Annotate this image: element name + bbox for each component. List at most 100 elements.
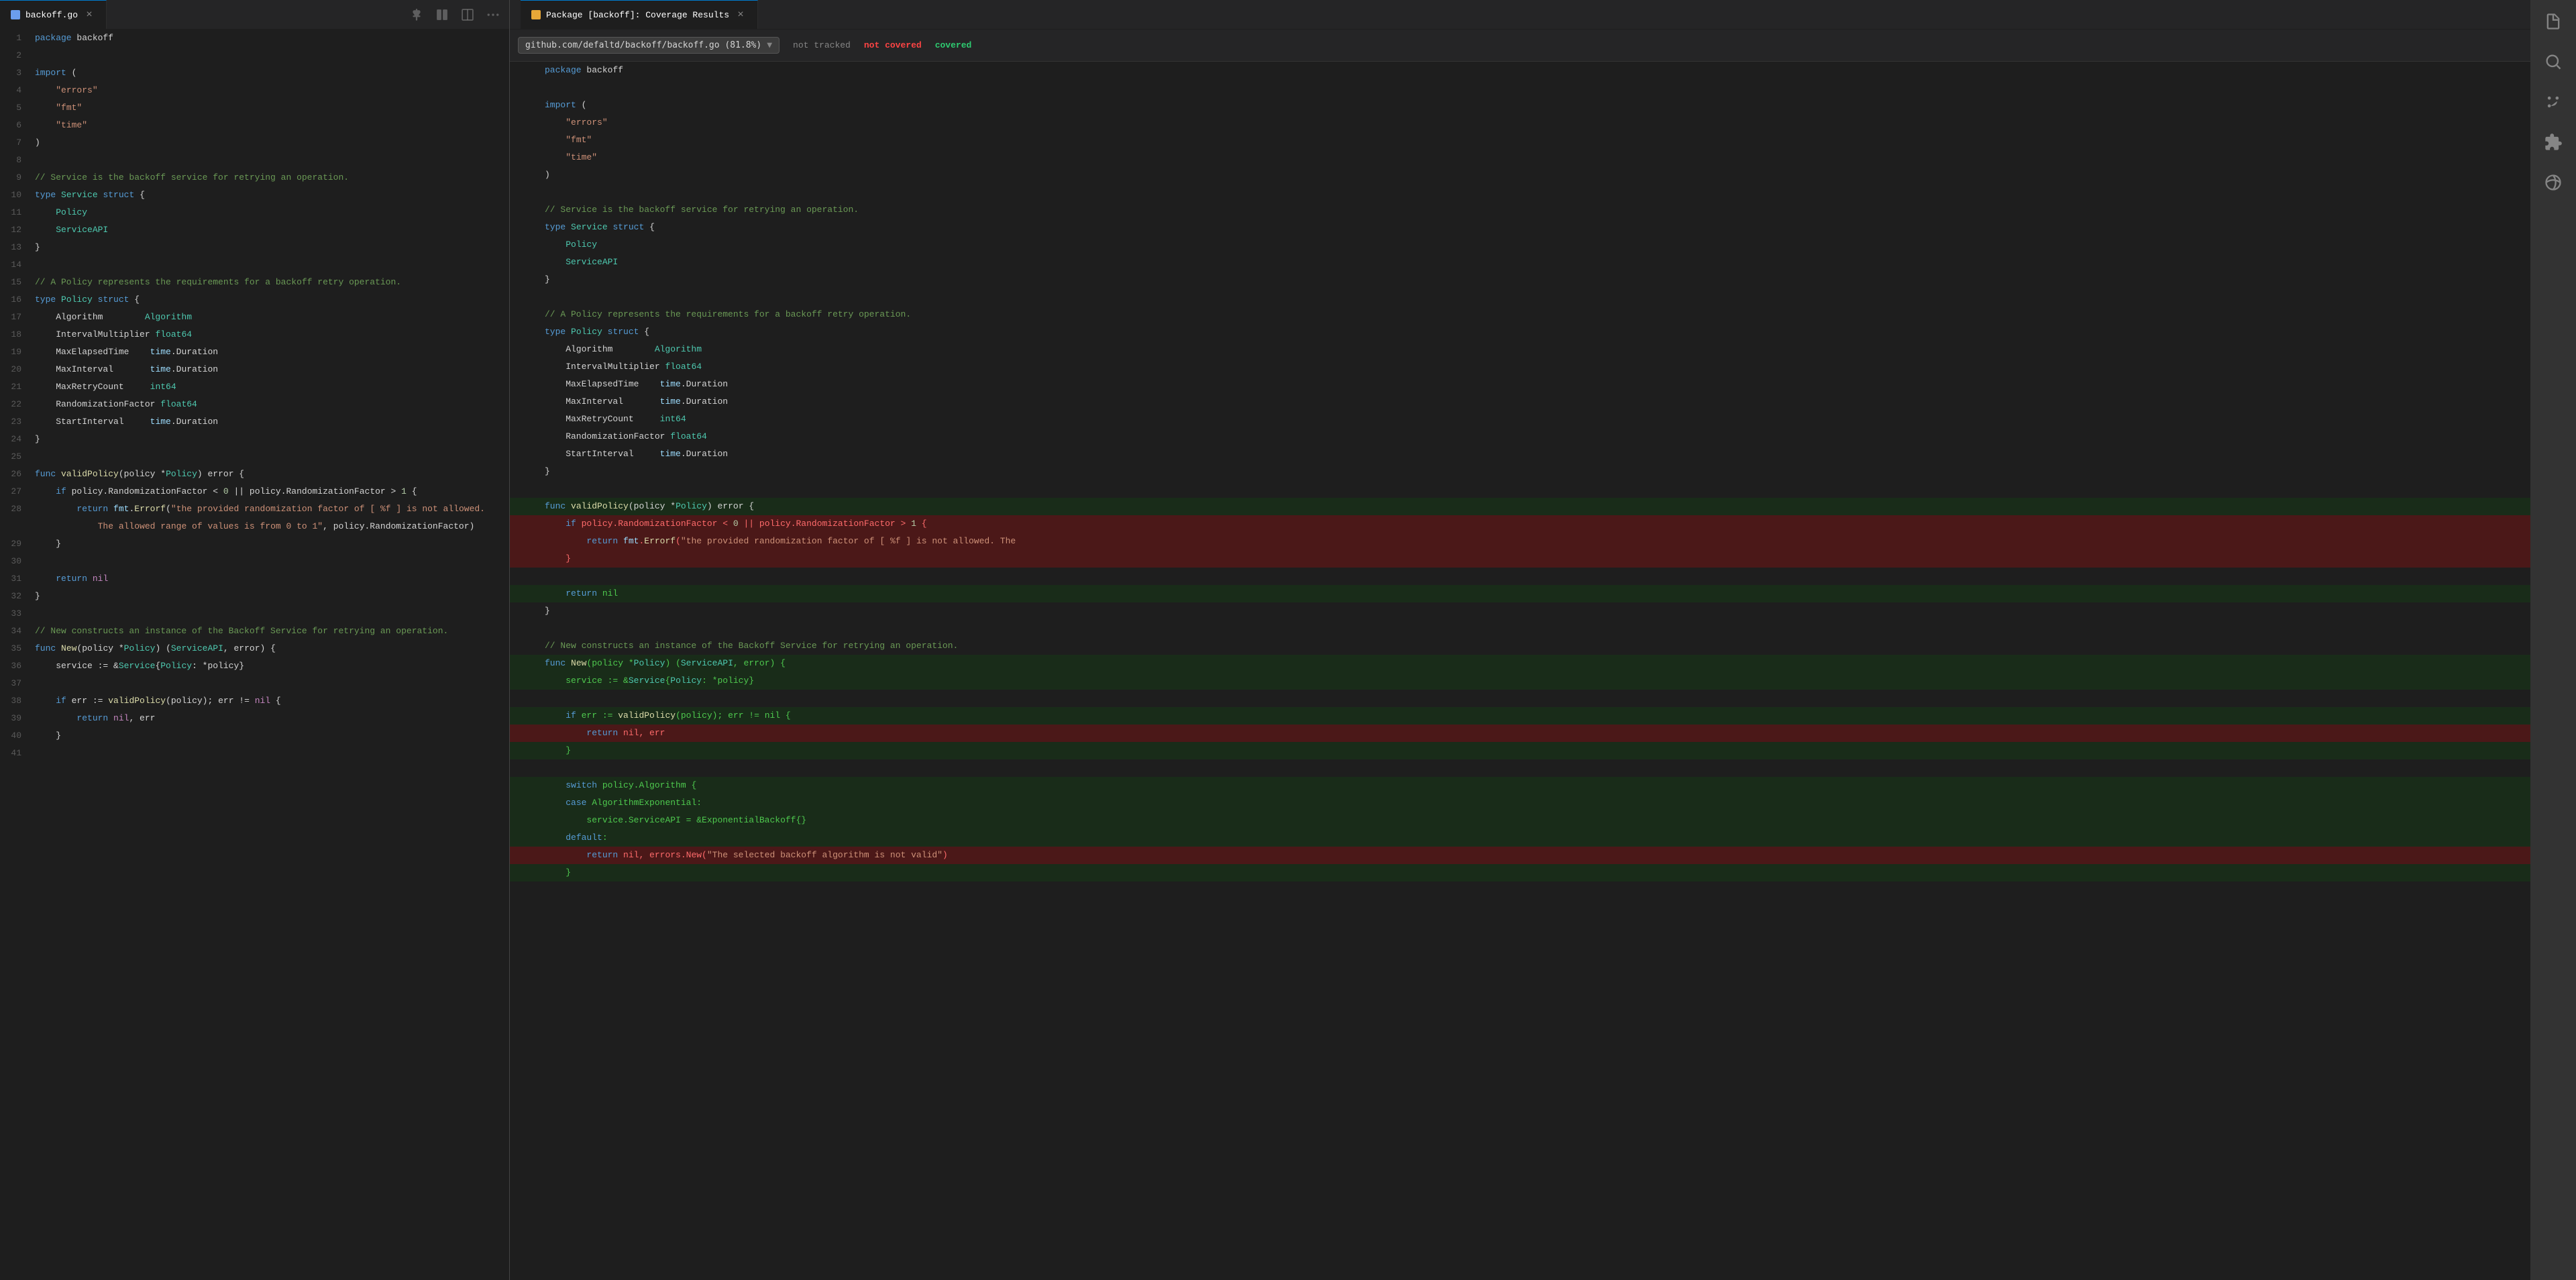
- coverage-code-line: case AlgorithmExponential:: [510, 794, 2576, 812]
- code-line: 23 StartInterval time.Duration: [0, 413, 509, 431]
- coverage-code-line: Algorithm Algorithm: [510, 341, 2576, 358]
- coverage-code-line: if policy.RandomizationFactor < 0 || pol…: [510, 515, 2576, 533]
- coverage-code-line: [510, 79, 2576, 97]
- coverage-code-line: MaxInterval time.Duration: [510, 393, 2576, 411]
- search-activity-icon[interactable]: [2537, 46, 2569, 78]
- code-line: 33: [0, 605, 509, 623]
- coverage-code-line: }: [510, 463, 2576, 480]
- coverage-code-line: package backoff: [510, 62, 2576, 79]
- legend-not-tracked: not tracked: [793, 40, 851, 50]
- code-line: 29 }: [0, 535, 509, 553]
- source-control-activity-icon[interactable]: [2537, 86, 2569, 118]
- code-line: 35 func New(policy *Policy) (ServiceAPI,…: [0, 640, 509, 657]
- coverage-code-line: MaxElapsedTime time.Duration: [510, 376, 2576, 393]
- coverage-results-tab[interactable]: Package [backoff]: Coverage Results ×: [521, 0, 758, 29]
- backoff-go-tab[interactable]: backoff.go ×: [0, 0, 107, 29]
- not-tracked-label: not tracked: [793, 40, 851, 50]
- code-line: 20 MaxInterval time.Duration: [0, 361, 509, 378]
- code-line: 17 Algorithm Algorithm: [0, 309, 509, 326]
- left-tab-bar: backoff.go ×: [0, 0, 509, 30]
- coverage-code-line: IntervalMultiplier float64: [510, 358, 2576, 376]
- code-line: 4 "errors": [0, 82, 509, 99]
- coverage-code-line: }: [510, 864, 2576, 882]
- extensions-activity-icon[interactable]: [2537, 126, 2569, 158]
- coverage-code-line: func New(policy *Policy) (ServiceAPI, er…: [510, 655, 2576, 672]
- code-line: 6 "time": [0, 117, 509, 134]
- code-line: 2: [0, 47, 509, 64]
- code-line: 19 MaxElapsedTime time.Duration: [0, 343, 509, 361]
- code-line: 24 }: [0, 431, 509, 448]
- tab-close-button[interactable]: ×: [83, 9, 95, 21]
- coverage-code-line: [510, 620, 2576, 637]
- coverage-code-line: [510, 759, 2576, 777]
- code-line: 18 IntervalMultiplier float64: [0, 326, 509, 343]
- code-line: 3 import (: [0, 64, 509, 82]
- code-line: 26 func validPolicy(policy *Policy) erro…: [0, 466, 509, 483]
- legend-covered: covered: [935, 40, 972, 50]
- more-actions-button[interactable]: [482, 4, 504, 25]
- left-code-editor[interactable]: 1 package backoff 2 3 import ( 4 "errors…: [0, 30, 509, 1280]
- coverage-code-line: [510, 184, 2576, 201]
- coverage-code-line: ServiceAPI: [510, 254, 2576, 271]
- covered-label: covered: [935, 40, 972, 50]
- coverage-code-line: type Policy struct {: [510, 323, 2576, 341]
- coverage-code-line: MaxRetryCount int64: [510, 411, 2576, 428]
- remote-activity-icon[interactable]: [2537, 166, 2569, 199]
- code-line: 28 return fmt.Errorf("the provided rando…: [0, 500, 509, 518]
- left-editor: backoff.go ×: [0, 0, 510, 1280]
- coverage-code-line: return nil, err: [510, 725, 2576, 742]
- activity-bar: [2530, 0, 2576, 1280]
- coverage-code-line: service := &Service{Policy: *policy}: [510, 672, 2576, 690]
- dropdown-caret-icon: ▼: [767, 40, 772, 50]
- split-editor-button[interactable]: [431, 4, 453, 25]
- code-line: 38 if err := validPolicy(policy); err !=…: [0, 692, 509, 710]
- code-line: 22 RandomizationFactor float64: [0, 396, 509, 413]
- coverage-code-line: StartInterval time.Duration: [510, 445, 2576, 463]
- pin-button[interactable]: [406, 4, 427, 25]
- coverage-code-line: // Service is the backoff service for re…: [510, 201, 2576, 219]
- code-line: 7 ): [0, 134, 509, 152]
- coverage-code-view[interactable]: package backoff import ( "errors" ": [510, 62, 2576, 1280]
- coverage-code-line: return nil, errors.New("The selected bac…: [510, 847, 2576, 864]
- coverage-tab-close[interactable]: ×: [735, 9, 747, 21]
- code-line: 13 }: [0, 239, 509, 256]
- coverage-code-line: }: [510, 742, 2576, 759]
- file-selector-dropdown[interactable]: github.com/defaltd/backoff/backoff.go (8…: [518, 37, 780, 54]
- coverage-code-line: }: [510, 271, 2576, 288]
- coverage-code-line: RandomizationFactor float64: [510, 428, 2576, 445]
- coverage-code-line: return fmt.Errorf("the provided randomiz…: [510, 533, 2576, 550]
- coverage-code-line: [510, 690, 2576, 707]
- coverage-code-line: [510, 480, 2576, 498]
- file-selector-text: github.com/defaltd/backoff/backoff.go (8…: [525, 40, 761, 50]
- code-line: 21 MaxRetryCount int64: [0, 378, 509, 396]
- coverage-code-line: ): [510, 166, 2576, 184]
- layout-button[interactable]: [457, 4, 478, 25]
- coverage-toolbar: github.com/defaltd/backoff/backoff.go (8…: [510, 30, 2576, 62]
- coverage-code-line: switch policy.Algorithm {: [510, 777, 2576, 794]
- code-line: 16 type Policy struct {: [0, 291, 509, 309]
- code-line: 12 ServiceAPI: [0, 221, 509, 239]
- coverage-code-line: "fmt": [510, 131, 2576, 149]
- go-file-icon: [11, 10, 20, 19]
- coverage-code-line: [510, 288, 2576, 306]
- code-line: 25: [0, 448, 509, 466]
- coverage-code-line: func validPolicy(policy *Policy) error {: [510, 498, 2576, 515]
- coverage-code-line: "errors": [510, 114, 2576, 131]
- coverage-code-line: return nil: [510, 585, 2576, 602]
- coverage-code-line: [510, 568, 2576, 585]
- code-line: The allowed range of values is from 0 to…: [0, 518, 509, 535]
- files-activity-icon[interactable]: [2537, 5, 2569, 38]
- code-line: 27 if policy.RandomizationFactor < 0 || …: [0, 483, 509, 500]
- code-line: 40 }: [0, 727, 509, 745]
- code-line: 9 // Service is the backoff service for …: [0, 169, 509, 186]
- coverage-code-line: }: [510, 550, 2576, 568]
- coverage-code-line: }: [510, 602, 2576, 620]
- coverage-code-line: // New constructs an instance of the Bac…: [510, 637, 2576, 655]
- coverage-code-line: Policy: [510, 236, 2576, 254]
- coverage-code-line: // A Policy represents the requirements …: [510, 306, 2576, 323]
- code-line: 1 package backoff: [0, 30, 509, 47]
- code-line: 39 return nil, err: [0, 710, 509, 727]
- code-line: 36 service := &Service{Policy: *policy}: [0, 657, 509, 675]
- coverage-panel: Package [backoff]: Coverage Results × gi…: [510, 0, 2576, 1280]
- coverage-tab-title: Package [backoff]: Coverage Results: [546, 10, 729, 20]
